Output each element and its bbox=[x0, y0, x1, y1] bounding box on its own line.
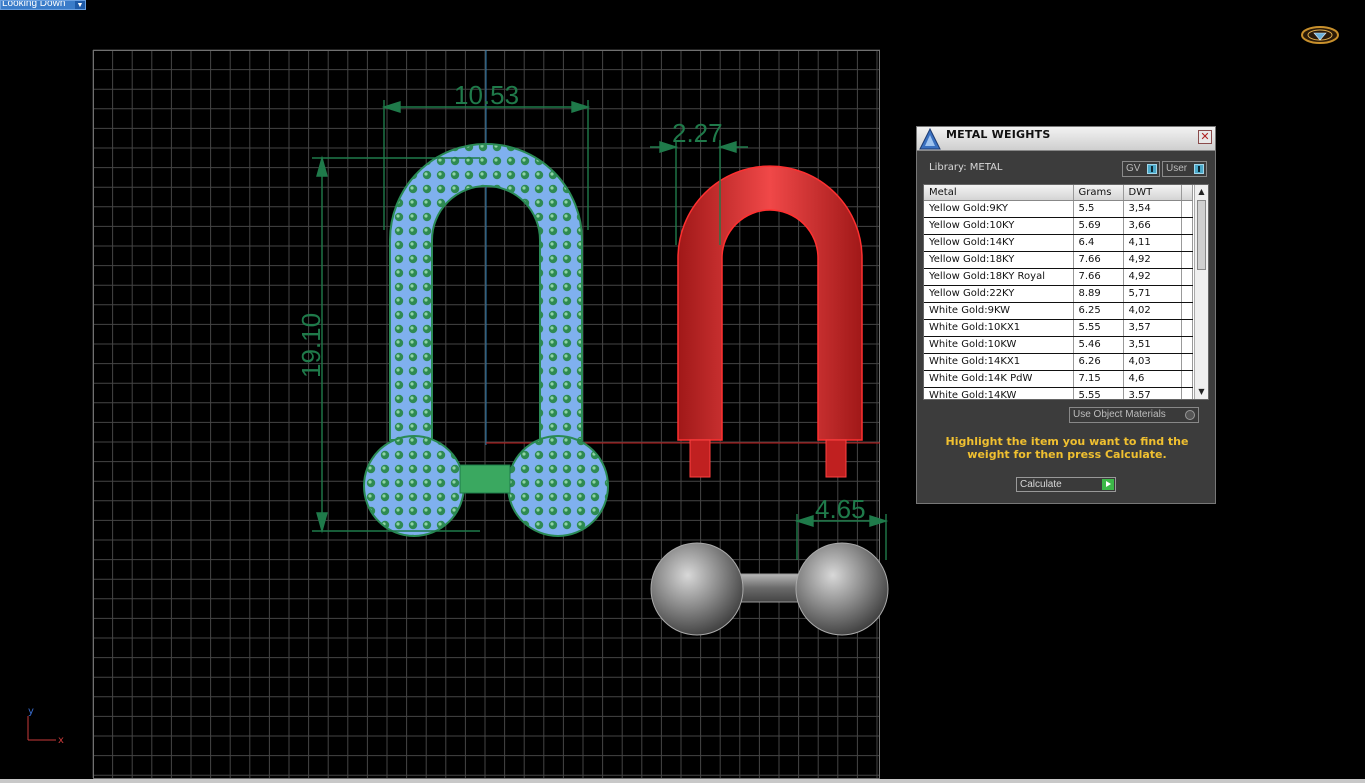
metal-cell: White Gold:14K PdW bbox=[924, 370, 1074, 388]
table-row[interactable]: Yellow Gold:9KY 5.5 3,54 bbox=[924, 200, 1193, 218]
column-header-dwt[interactable]: DWT bbox=[1123, 185, 1182, 201]
view-selector-label: Looking Down bbox=[2, 0, 66, 9]
scrollbar-thumb[interactable] bbox=[1197, 200, 1206, 270]
flask-icon bbox=[919, 128, 941, 150]
metal-cell: White Gold:14KX1 bbox=[924, 353, 1074, 371]
axis-indicator: y x bbox=[27, 706, 64, 746]
grams-cell: 5.55 bbox=[1073, 387, 1124, 399]
dwt-cell: 4,03 bbox=[1123, 353, 1182, 371]
metal-table[interactable]: Metal Grams DWT Yellow Gold:9KY 5.5 3,54 Ye… bbox=[923, 184, 1209, 400]
calculate-button[interactable]: Calculate bbox=[1016, 477, 1116, 492]
grey-bar[interactable] bbox=[650, 542, 889, 636]
gem-connector bbox=[459, 464, 511, 494]
toggle-gv[interactable]: GV bbox=[1122, 161, 1160, 177]
toggle-user[interactable]: User bbox=[1162, 161, 1207, 177]
table-row[interactable]: White Gold:14K PdW 7.15 4,6 bbox=[924, 370, 1193, 388]
dwt-cell: 4,92 bbox=[1123, 251, 1182, 269]
table-scrollbar[interactable]: ▲ ▼ bbox=[1194, 185, 1208, 399]
metal-cell: White Gold:9KW bbox=[924, 302, 1074, 320]
table-row[interactable]: White Gold:14KW 5.55 3.57 bbox=[924, 387, 1193, 399]
toggle-user-switch[interactable] bbox=[1194, 164, 1204, 174]
grams-cell: 5.69 bbox=[1073, 217, 1124, 235]
axis-y-label: y bbox=[28, 706, 34, 717]
table-row[interactable]: White Gold:10KX1 5.55 3,57 bbox=[924, 319, 1193, 337]
grams-cell: 6.26 bbox=[1073, 353, 1124, 371]
toggle-gv-label: GV bbox=[1126, 163, 1141, 174]
grams-cell: 6.25 bbox=[1073, 302, 1124, 320]
grams-cell: 7.66 bbox=[1073, 251, 1124, 269]
metal-cell: Yellow Gold:18KY Royal bbox=[924, 268, 1074, 286]
scroll-down-icon[interactable]: ▼ bbox=[1196, 386, 1207, 398]
dwt-cell: 4,6 bbox=[1123, 370, 1182, 388]
grams-cell: 5.55 bbox=[1073, 319, 1124, 337]
dwt-cell: 3,66 bbox=[1123, 217, 1182, 235]
table-row[interactable]: Yellow Gold:18KY 7.66 4,92 bbox=[924, 251, 1193, 269]
dwt-cell: 3,54 bbox=[1123, 200, 1182, 218]
scroll-up-icon[interactable]: ▲ bbox=[1196, 186, 1207, 198]
play-icon[interactable] bbox=[1102, 479, 1114, 490]
red-shackle[interactable] bbox=[677, 165, 863, 478]
toggle-gv-switch[interactable] bbox=[1147, 164, 1157, 174]
grams-cell: 7.15 bbox=[1073, 370, 1124, 388]
panel-titlebar[interactable]: METAL WEIGHTS ✕ bbox=[917, 127, 1215, 151]
table-row[interactable]: Yellow Gold:14KY 6.4 4,11 bbox=[924, 234, 1193, 252]
table-row[interactable]: White Gold:10KW 5.46 3,51 bbox=[924, 336, 1193, 354]
metal-cell: Yellow Gold:14KY bbox=[924, 234, 1074, 252]
dwt-cell: 3.57 bbox=[1123, 387, 1182, 399]
metal-cell: Yellow Gold:9KY bbox=[924, 200, 1074, 218]
metal-cell: Yellow Gold:18KY bbox=[924, 251, 1074, 269]
grams-cell: 5.46 bbox=[1073, 336, 1124, 354]
table-row[interactable]: Yellow Gold:10KY 5.69 3,66 bbox=[924, 217, 1193, 235]
dwt-cell: 4,02 bbox=[1123, 302, 1182, 320]
grams-cell: 5.5 bbox=[1073, 200, 1124, 218]
table-row[interactable]: White Gold:14KX1 6.26 4,03 bbox=[924, 353, 1193, 371]
column-header-grams[interactable]: Grams bbox=[1073, 185, 1124, 201]
dimension-bar: 4.65 bbox=[815, 494, 866, 524]
panel-title: METAL WEIGHTS bbox=[946, 128, 1051, 141]
metal-cell: Yellow Gold:22KY bbox=[924, 285, 1074, 303]
grams-cell: 8.89 bbox=[1073, 285, 1124, 303]
radio-icon[interactable] bbox=[1185, 410, 1195, 420]
chevron-down-icon[interactable]: ▼ bbox=[75, 1, 85, 9]
toggle-user-label: User bbox=[1166, 163, 1188, 174]
dwt-cell: 5,71 bbox=[1123, 285, 1182, 303]
gem-ball-left bbox=[363, 435, 465, 537]
table-row[interactable]: Yellow Gold:22KY 8.89 5,71 bbox=[924, 285, 1193, 303]
close-icon[interactable]: ✕ bbox=[1198, 130, 1212, 144]
library-label: Library: METAL bbox=[929, 162, 1003, 173]
gem-ball-right bbox=[507, 435, 609, 537]
dimension-height: 19.10 bbox=[296, 313, 326, 378]
metal-cell: White Gold:14KW bbox=[924, 387, 1074, 399]
grams-cell: 7.66 bbox=[1073, 268, 1124, 286]
gem-logo-icon[interactable] bbox=[1300, 24, 1340, 46]
instructions-text: Highlight the item you want to find the … bbox=[945, 435, 1189, 461]
view-selector[interactable]: Looking Down ▼ bbox=[0, 0, 86, 10]
metal-cell: White Gold:10KW bbox=[924, 336, 1074, 354]
dwt-cell: 4,92 bbox=[1123, 268, 1182, 286]
use-object-materials-select[interactable]: Use Object Materials bbox=[1069, 407, 1199, 423]
dimension-thickness: 2.27 bbox=[672, 118, 723, 148]
axis-x-label: x bbox=[58, 735, 64, 746]
metal-cell: Yellow Gold:10KY bbox=[924, 217, 1074, 235]
table-row[interactable]: Yellow Gold:18KY Royal 7.66 4,92 bbox=[924, 268, 1193, 286]
dwt-cell: 3,57 bbox=[1123, 319, 1182, 337]
calculate-button-label: Calculate bbox=[1020, 479, 1062, 490]
column-header-metal[interactable]: Metal bbox=[924, 185, 1074, 201]
status-bar bbox=[0, 779, 1365, 783]
dimension-width: 10.53 bbox=[454, 80, 519, 110]
grams-cell: 6.4 bbox=[1073, 234, 1124, 252]
dwt-cell: 4,11 bbox=[1123, 234, 1182, 252]
table-row[interactable]: White Gold:9KW 6.25 4,02 bbox=[924, 302, 1193, 320]
use-object-materials-label: Use Object Materials bbox=[1073, 409, 1166, 420]
dwt-cell: 3,51 bbox=[1123, 336, 1182, 354]
metal-weights-panel: METAL WEIGHTS ✕ Library: METAL GV User M… bbox=[916, 126, 1216, 504]
metal-cell: White Gold:10KX1 bbox=[924, 319, 1074, 337]
